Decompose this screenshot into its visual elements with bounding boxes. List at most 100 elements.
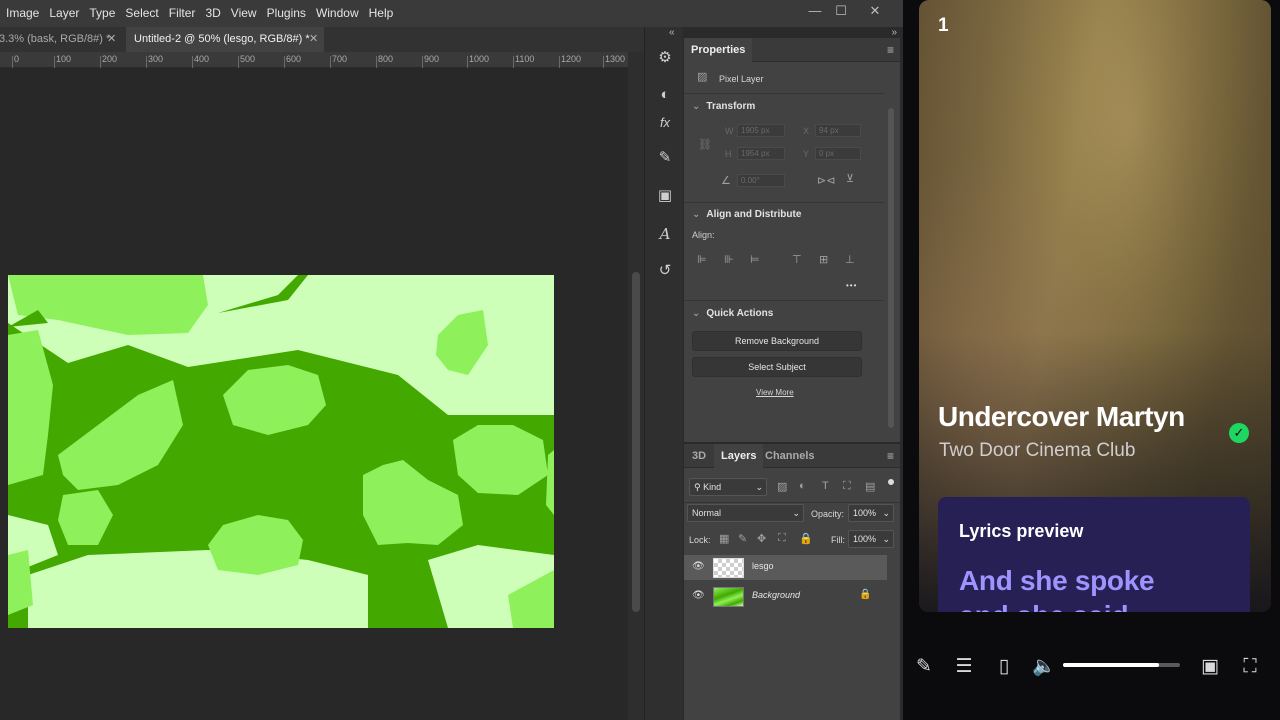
doc-tab-bask[interactable]: 3.3% (bask, RGB/8#) * — [0, 27, 119, 52]
eye-icon[interactable]: 👁 — [692, 561, 705, 572]
y-field[interactable]: 0 px — [815, 147, 861, 160]
remove-background-button[interactable]: Remove Background — [692, 331, 862, 351]
vertical-scrollbar[interactable] — [628, 52, 644, 720]
menu-image[interactable]: Image — [0, 0, 44, 27]
transform-section[interactable]: ⌄ Transform — [692, 101, 755, 112]
lock-icon[interactable]: 🔒 — [859, 589, 871, 600]
scrollbar-thumb[interactable] — [632, 272, 640, 612]
track-title[interactable]: Undercover Martyn — [938, 401, 1185, 433]
filter-toggle-icon[interactable] — [888, 479, 894, 485]
tab-3d[interactable]: 3D — [685, 444, 713, 468]
desktop: Image Layer Type Select Filter 3D View P… — [0, 0, 1280, 720]
3d-icon[interactable]: ⚙ — [654, 47, 676, 69]
restore-button[interactable]: ☐ — [829, 2, 853, 20]
ruler-label: 500 — [240, 54, 256, 64]
lock-transparent-icon[interactable]: ▦ — [719, 532, 729, 545]
flip-vertical-icon[interactable]: ⊻ — [846, 172, 854, 185]
microphone-icon[interactable]: ✎ — [912, 655, 936, 679]
align-middle-icon[interactable]: ⊞ — [819, 253, 828, 266]
layer-name[interactable]: lesgo — [752, 561, 774, 571]
volume-slider[interactable] — [1063, 663, 1180, 667]
tab-channels[interactable]: Channels — [758, 444, 822, 468]
lyrics-title: Lyrics preview — [959, 521, 1084, 541]
queue-icon[interactable]: ☰ — [952, 655, 976, 679]
x-field[interactable]: 94 px — [815, 124, 861, 137]
close-icon[interactable]: ✕ — [309, 27, 318, 52]
view-more-link[interactable]: View More — [756, 388, 794, 397]
height-field[interactable]: 1954 px — [737, 147, 785, 160]
menu-type[interactable]: Type — [84, 0, 120, 27]
width-field[interactable]: 1905 px — [737, 124, 785, 137]
layer-filter-kind[interactable]: ⚲ Kind ⌄ — [689, 478, 767, 496]
tab-layers[interactable]: Layers — [714, 444, 764, 468]
opacity-field[interactable]: 100% ⌄ — [848, 504, 894, 522]
tab-properties[interactable]: Properties — [684, 38, 753, 62]
transform-title: Transform — [706, 101, 756, 112]
more-options-icon[interactable]: ••• — [846, 281, 857, 290]
ruler-tick — [330, 56, 331, 68]
align-top-icon[interactable]: ⊤ — [792, 253, 802, 266]
close-icon[interactable]: ✕ — [107, 27, 116, 52]
panel-menu-icon[interactable]: ≡ — [887, 449, 894, 463]
menu-select[interactable]: Select — [120, 0, 163, 27]
filter-pixel-icon[interactable]: ▨ — [777, 480, 787, 493]
layer-row-lesgo[interactable]: 👁 lesgo — [684, 555, 887, 580]
lock-artboard-icon[interactable]: ⛶ — [778, 532, 786, 545]
device-icon[interactable]: ▯ — [992, 655, 1016, 679]
ruler-tick — [513, 56, 514, 68]
link-icon[interactable]: ⛓ — [698, 138, 712, 151]
filter-shape-icon[interactable]: ⛶ — [843, 480, 851, 493]
lock-all-icon[interactable]: 🔒 — [799, 532, 813, 545]
flip-horizontal-icon[interactable]: ⊳⊲ — [817, 174, 835, 187]
lock-position-icon[interactable]: ✥ — [757, 532, 766, 545]
align-right-icon[interactable]: ⊨ — [750, 253, 760, 266]
volume-icon[interactable]: 🔈 — [1032, 655, 1056, 679]
properties-scrollbar[interactable] — [888, 108, 894, 428]
close-button[interactable]: ✕ — [863, 2, 887, 20]
chevron-down-icon: ⌄ — [692, 209, 701, 220]
doc-tab-untitled-2[interactable]: Untitled-2 @ 50% (lesgo, RGB/8#) * — [126, 27, 324, 52]
align-center-icon[interactable]: ⊪ — [724, 253, 734, 266]
adjustments-icon[interactable]: ◐ — [654, 84, 676, 106]
layer-thumbnail — [713, 587, 744, 607]
menu-layer[interactable]: Layer — [44, 0, 84, 27]
lock-pixels-icon[interactable]: ✎ — [738, 532, 747, 545]
brush-settings-icon[interactable]: ✎ — [654, 147, 676, 169]
canvas-workspace[interactable] — [0, 68, 628, 720]
history-icon[interactable]: ↺ — [654, 260, 676, 282]
collapse-arrows-icon[interactable]: » — [891, 27, 897, 38]
fill-field[interactable]: 100% ⌄ — [848, 530, 894, 548]
clone-source-icon[interactable]: ▣ — [654, 185, 676, 207]
minimize-button[interactable]: — — [803, 2, 827, 20]
doc-tab-label: 3.3% (bask, RGB/8#) * — [0, 33, 111, 45]
fullscreen-icon[interactable]: ⛶ — [1238, 655, 1262, 679]
fx-icon[interactable]: fx — [654, 112, 676, 134]
filter-type-icon[interactable]: T — [822, 480, 829, 492]
layer-row-background[interactable]: 👁 Background 🔒 — [684, 584, 887, 609]
quick-actions-section[interactable]: ⌄ Quick Actions — [692, 308, 773, 319]
blend-mode-select[interactable]: Normal ⌄ — [687, 504, 804, 522]
menu-view[interactable]: View — [226, 0, 262, 27]
menu-plugins[interactable]: Plugins — [262, 0, 311, 27]
align-left-icon[interactable]: ⊫ — [697, 253, 707, 266]
miniplayer-icon[interactable]: ▣ — [1198, 655, 1222, 679]
panel-menu-icon[interactable]: ≡ — [887, 43, 894, 57]
menu-3d[interactable]: 3D — [200, 0, 225, 27]
select-subject-button[interactable]: Select Subject — [692, 357, 862, 377]
document-canvas[interactable] — [8, 275, 554, 628]
filter-smart-object-icon[interactable]: ▤ — [865, 480, 875, 493]
align-bottom-icon[interactable]: ⊥ — [845, 253, 855, 266]
eye-icon[interactable]: 👁 — [692, 590, 705, 601]
menu-window[interactable]: Window — [311, 0, 364, 27]
angle-field[interactable]: 0.00° — [737, 174, 785, 187]
artist-name[interactable]: Two Door Cinema Club — [939, 440, 1135, 462]
character-icon[interactable]: A — [654, 223, 676, 245]
lyrics-preview-card[interactable]: Lyrics preview And she spoke and she sai… — [938, 497, 1250, 612]
menu-help[interactable]: Help — [364, 0, 399, 27]
filter-adjustment-icon[interactable]: ◐ — [799, 480, 806, 492]
collapse-arrows-icon[interactable]: « — [669, 27, 675, 38]
align-section[interactable]: ⌄ Align and Distribute — [692, 209, 801, 220]
layer-name[interactable]: Background — [752, 590, 800, 600]
menu-filter[interactable]: Filter — [164, 0, 201, 27]
check-icon[interactable]: ✓ — [1229, 423, 1249, 443]
